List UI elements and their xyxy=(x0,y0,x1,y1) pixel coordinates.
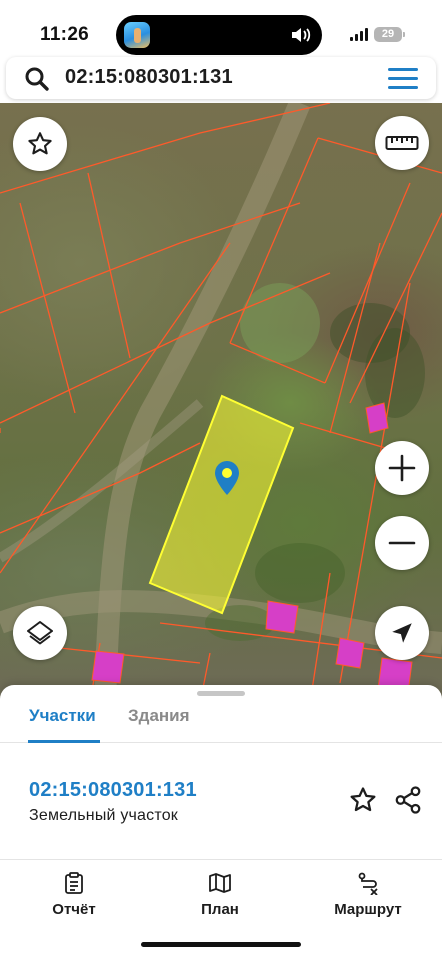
bottom-navigation: Отчёт План Маршрут xyxy=(0,861,442,921)
parcel-cadastral-number[interactable]: 02:15:080301:131 xyxy=(29,779,197,802)
star-icon xyxy=(28,132,52,155)
tab-parcels[interactable]: Участки xyxy=(29,706,96,726)
cellular-signal-icon xyxy=(350,27,368,41)
battery-icon: 29 xyxy=(374,26,405,42)
parcel-type: Земельный участок xyxy=(29,807,179,824)
search-bar[interactable]: 02:15:080301:131 xyxy=(6,57,436,99)
favorite-button[interactable] xyxy=(13,117,67,171)
layers-button[interactable] xyxy=(13,606,67,660)
status-indicators: 29 xyxy=(350,26,405,42)
nav-report[interactable]: Отчёт xyxy=(24,871,124,918)
zoom-out-button[interactable] xyxy=(375,516,429,570)
nav-route-label: Маршрут xyxy=(334,901,402,918)
map-view[interactable] xyxy=(0,103,442,703)
map-plan-icon xyxy=(209,873,231,893)
sheet-drag-handle[interactable] xyxy=(197,691,245,696)
locate-me-button[interactable] xyxy=(375,606,429,660)
now-playing-thumbnail xyxy=(124,22,150,48)
hamburger-menu-icon[interactable] xyxy=(388,68,418,90)
battery-level: 29 xyxy=(381,27,395,40)
layers-icon xyxy=(27,621,53,645)
divider xyxy=(0,859,442,860)
home-indicator xyxy=(141,942,301,947)
minus-icon xyxy=(388,541,416,545)
nav-route[interactable]: Маршрут xyxy=(318,871,418,918)
dynamic-island xyxy=(116,15,322,55)
share-icon[interactable] xyxy=(393,785,423,815)
report-icon xyxy=(65,872,83,894)
star-icon[interactable] xyxy=(348,785,378,815)
map-overlay xyxy=(0,103,442,703)
zoom-in-button[interactable] xyxy=(375,441,429,495)
active-tab-indicator xyxy=(28,740,100,743)
volume-icon xyxy=(292,28,311,42)
tab-buildings[interactable]: Здания xyxy=(128,706,190,726)
plus-icon xyxy=(388,454,416,482)
nav-report-label: Отчёт xyxy=(52,901,96,918)
bottom-sheet[interactable]: Участки Здания 02:15:080301:131 Земельны… xyxy=(0,685,442,960)
nav-plan-label: План xyxy=(201,901,239,918)
ruler-button[interactable] xyxy=(375,116,429,170)
location-arrow-icon xyxy=(392,623,412,643)
ruler-icon xyxy=(385,136,419,150)
nav-plan[interactable]: План xyxy=(170,871,270,918)
parcel-result-card[interactable]: 02:15:080301:131 Земельный участок xyxy=(0,745,442,859)
tab-bar: Участки Здания xyxy=(0,697,442,743)
search-icon[interactable] xyxy=(24,66,50,92)
status-time: 11:26 xyxy=(40,24,90,45)
route-icon xyxy=(358,872,378,895)
status-bar: 11:26 29 xyxy=(0,0,442,56)
search-input[interactable]: 02:15:080301:131 xyxy=(65,66,233,89)
